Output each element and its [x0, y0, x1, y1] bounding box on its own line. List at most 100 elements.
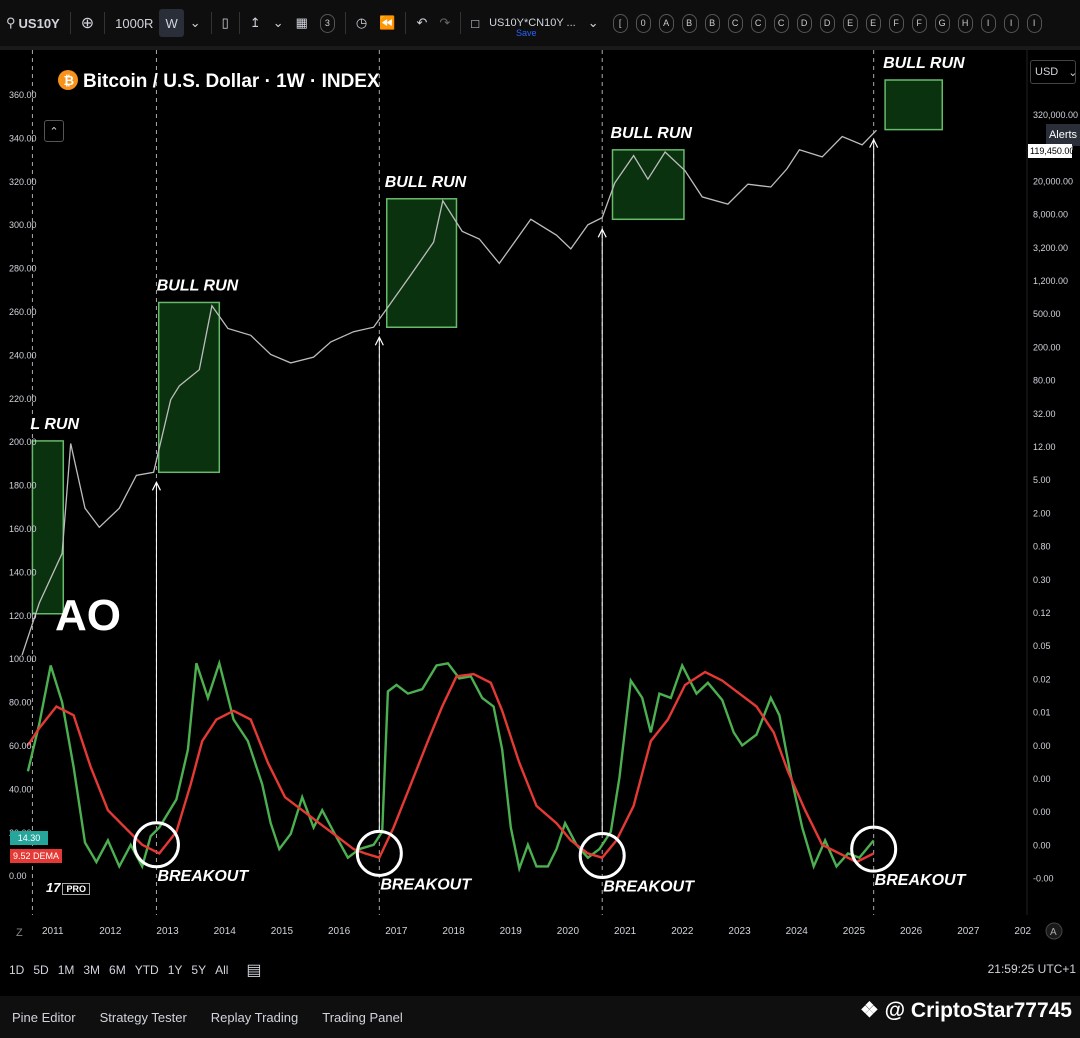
drawing-letter-4[interactable]: B	[704, 13, 720, 33]
x-axis-tick-9: 2020	[557, 926, 580, 937]
drawing-letter-1[interactable]: 0	[635, 13, 651, 33]
line-chart-icon: ↥	[249, 15, 261, 30]
drawing-letter-8[interactable]: D	[796, 13, 812, 33]
x-axis-tick-1: 2012	[99, 926, 122, 937]
bull-run-label-4: BULL RUN	[883, 55, 965, 72]
range-button[interactable]: 1000R	[109, 0, 159, 46]
drawing-letter-13[interactable]: F	[911, 13, 927, 33]
drawing-letter-6[interactable]: C	[750, 13, 766, 33]
drawing-letter-9[interactable]: D	[819, 13, 835, 33]
compare-button[interactable]: ⊕	[75, 0, 100, 46]
x-axis-tick-5: 2016	[328, 926, 351, 937]
timeframe-all[interactable]: All	[215, 963, 228, 977]
left-axis-tick-13: 100.00	[9, 654, 37, 664]
breakout-arrows	[151, 138, 879, 834]
undo-icon: ↶	[416, 15, 428, 30]
timeframe-list: 1D 5D 1M 3M 6M YTD 1Y 5Y All	[0, 963, 228, 977]
drawing-letter-18[interactable]: I	[1026, 13, 1042, 33]
timeframe-6m[interactable]: 6M	[109, 963, 126, 977]
drawing-letter-7[interactable]: C	[773, 13, 789, 33]
breakout-label-0: BREAKOUT	[157, 868, 249, 885]
bull-run-label-2: BULL RUN	[385, 174, 467, 191]
left-axis-tick-12: 120.00	[9, 611, 37, 621]
x-axis-tick-13: 2024	[786, 926, 809, 937]
timeframe-5y[interactable]: 5Y	[191, 963, 206, 977]
right-axis-tick-15: 0.12	[1033, 608, 1051, 618]
interval-button[interactable]: W	[159, 9, 184, 37]
right-axis-tick-9: 32.00	[1033, 409, 1056, 419]
x-axis-tick-7: 2018	[442, 926, 465, 937]
indicators-dropdown[interactable]: ⌄	[267, 0, 290, 46]
chevron-down-icon: ⌄	[587, 15, 599, 30]
currency-select[interactable]: USD ⌄	[1030, 60, 1078, 84]
undo-button[interactable]: ↶	[410, 0, 433, 46]
drawing-letter-12[interactable]: F	[888, 13, 904, 33]
symbol-label: US10Y	[18, 15, 60, 31]
left-axis-tick-15: 60.00	[9, 741, 32, 751]
date-range-icon[interactable]: ▤	[246, 960, 261, 980]
drawing-letter-2[interactable]: A	[658, 13, 674, 33]
left-axis-tick-10: 160.00	[9, 524, 37, 534]
alert-button[interactable]: ◷	[350, 0, 373, 46]
tab-pine-editor[interactable]: Pine Editor	[12, 1010, 76, 1025]
chart-type-button[interactable]: ▯	[216, 0, 235, 46]
right-axis-tick-8: 80.00	[1033, 376, 1056, 386]
ao-series-line	[26, 659, 875, 873]
x-axis-tick-6: 2017	[385, 926, 408, 937]
x-axis-tick-16: 2027	[957, 926, 980, 937]
left-axis-tick-18: 0.00	[9, 871, 27, 881]
drawing-letter-14[interactable]: G	[934, 13, 950, 33]
drawing-letter-3[interactable]: B	[681, 13, 697, 33]
redo-button[interactable]: ↷	[433, 0, 456, 46]
right-axis-tick-4: 3,200.00	[1033, 243, 1068, 253]
tab-replay-trading[interactable]: Replay Trading	[211, 1010, 298, 1025]
timeframe-ytd[interactable]: YTD	[135, 963, 159, 977]
breakout-circle-3	[850, 825, 898, 873]
layout-name-button[interactable]: □ US10Y*CN10Y ...	[465, 0, 581, 46]
square-icon: □	[471, 15, 480, 31]
bull-run-label-0: L RUN	[30, 416, 79, 433]
drawing-letter-10[interactable]: E	[842, 13, 858, 33]
replay-button[interactable]: ⏪	[373, 0, 401, 46]
zoom-icon[interactable]: Z	[16, 927, 23, 939]
indicators-button[interactable]: ↥	[244, 0, 267, 46]
alarm-clock-icon: ◷	[355, 15, 368, 30]
timeframe-3m[interactable]: 3M	[83, 963, 100, 977]
x-axis-tick-12: 2023	[728, 926, 751, 937]
symbol-search[interactable]: ⚲ US10Y	[0, 0, 66, 46]
layout-button[interactable]: ▦	[290, 0, 314, 46]
timeframe-1m[interactable]: 1M	[58, 963, 75, 977]
last-price-tag: 119,450.00	[1028, 144, 1075, 158]
chevron-down-icon: ⌄	[1068, 66, 1078, 79]
divider	[405, 12, 407, 34]
chevron-down-icon: ⌄	[189, 15, 201, 30]
drawing-letter-11[interactable]: E	[865, 13, 881, 33]
drawing-letter-5[interactable]: C	[727, 13, 743, 33]
save-link[interactable]: Save	[516, 28, 537, 38]
drawing-letter-15[interactable]: H	[957, 13, 973, 33]
drawing-letter-0[interactable]: [	[612, 13, 628, 33]
x-axis-tick-0: 2011	[42, 926, 64, 937]
timeframe-1d[interactable]: 1D	[9, 963, 24, 977]
timeframe-5d[interactable]: 5D	[33, 963, 48, 977]
drawing-letter-17[interactable]: I	[1003, 13, 1019, 33]
alerts-button[interactable]: Alerts	[1046, 124, 1080, 146]
redo-icon: ↷	[439, 15, 451, 30]
timeframe-1y[interactable]: 1Y	[168, 963, 183, 977]
collapse-legend-button[interactable]: ⌃	[44, 120, 64, 142]
chevron-down-icon: ⌄	[272, 15, 284, 30]
interval-dropdown[interactable]: ⌄	[184, 0, 207, 46]
right-axis-tick-17: 0.02	[1033, 674, 1051, 684]
layout-dropdown[interactable]: ⌄	[582, 0, 605, 46]
tab-trading-panel[interactable]: Trading Panel	[322, 1010, 402, 1025]
ao-value-badge: 14.30	[10, 831, 48, 845]
bull-run-box-4	[884, 79, 944, 131]
divider	[210, 12, 212, 34]
layout-count[interactable]: 3	[314, 0, 341, 46]
tab-strategy-tester[interactable]: Strategy Tester	[100, 1010, 187, 1025]
price-chart[interactable]: L RUN BULL RUN BULL RUN BULL RUN BULL RUN BRE…	[0, 50, 1080, 950]
right-axis-tick-22: 0.00	[1033, 840, 1051, 850]
right-axis-tick-14: 0.30	[1033, 575, 1051, 585]
x-axis-tick-10: 2021	[614, 926, 637, 937]
drawing-letter-16[interactable]: I	[980, 13, 996, 33]
